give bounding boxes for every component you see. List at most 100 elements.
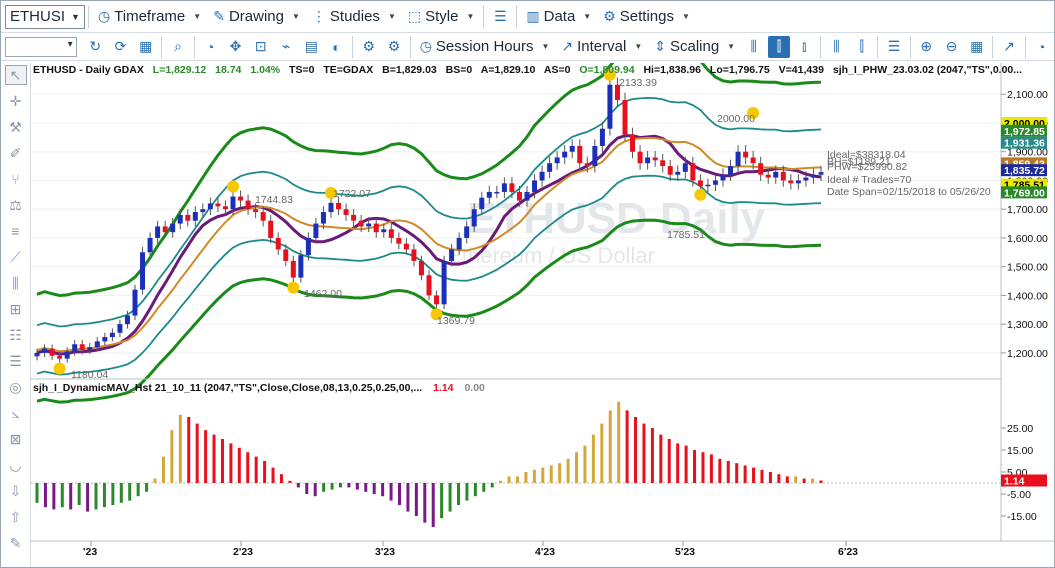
price-badge-label: 1,835.72: [1004, 165, 1045, 177]
color-icon[interactable]: ◐: [326, 36, 347, 58]
menu-drawing[interactable]: ✎ Drawing ▼: [207, 4, 306, 30]
price-tick-label: 1,400.00: [1007, 290, 1048, 302]
session-hours-dropdown[interactable]: ◷ Session Hours ▼: [414, 34, 556, 60]
trend-icon[interactable]: ↗: [998, 36, 1019, 58]
bar-chart-icon[interactable]: ⫼: [743, 36, 764, 58]
histogram-bar: [381, 483, 385, 497]
chevron-down-icon: ▼: [387, 12, 396, 21]
refresh-icon[interactable]: ↻: [85, 36, 106, 58]
line-icon[interactable]: ⟋: [5, 247, 27, 267]
chevron-down-icon: ▼: [634, 42, 643, 51]
scaling-dropdown[interactable]: ⇕ Scaling ▼: [648, 34, 741, 60]
candle-body: [283, 249, 289, 261]
gears-icon[interactable]: ⚙: [383, 36, 404, 58]
candle-body: [667, 166, 673, 175]
zoom-search-icon[interactable]: ⌕: [167, 36, 188, 58]
histogram-bar: [760, 469, 764, 483]
divider: [819, 35, 821, 58]
candle-body: [501, 183, 507, 192]
candle-body: [728, 166, 734, 175]
candle-body: [449, 249, 455, 261]
candle-body: [494, 191, 500, 194]
zoom-in-icon[interactable]: ⊕: [916, 36, 937, 58]
camera-icon[interactable]: ⊡: [250, 36, 271, 58]
reload-icon[interactable]: ⟳: [110, 36, 131, 58]
balance-icon[interactable]: ⚖: [5, 195, 27, 215]
menu-style[interactable]: ⬚ Style ▼: [402, 4, 481, 30]
speed-icon[interactable]: ◔: [1031, 36, 1052, 58]
candle-body: [109, 332, 115, 338]
layout-icon[interactable]: ☰: [883, 36, 904, 58]
drawing-icon: ✎: [213, 8, 225, 24]
menu-timeframe[interactable]: ◷ Timeframe ▼: [92, 4, 207, 30]
symbol-input[interactable]: ETHUSI ▼: [5, 4, 85, 29]
pointer-icon[interactable]: ↖: [4, 65, 27, 85]
menu-data[interactable]: ▥ Data ▼: [520, 4, 597, 30]
gear-icon[interactable]: ⚙: [358, 36, 379, 58]
histogram-bar: [482, 483, 486, 492]
study-name: sjh_I_PHW_23.03.02 (2047,"TS",0.00...: [833, 64, 1022, 76]
bars-icon[interactable]: ▤: [301, 36, 322, 58]
histogram-bar: [212, 434, 216, 483]
lines-icon[interactable]: ☰: [5, 351, 27, 371]
indicator-zero: 0.00: [464, 382, 485, 394]
histogram-bar: [94, 483, 98, 510]
menu-studies[interactable]: ⋮ Studies ▼: [306, 4, 402, 30]
volume-icon[interactable]: ⫼: [826, 36, 847, 58]
gauge-icon[interactable]: ◔: [200, 36, 221, 58]
indicator-value: 1.14: [433, 382, 454, 394]
pen-icon[interactable]: ✐: [5, 143, 27, 163]
columns-icon[interactable]: ⫼: [5, 273, 27, 293]
histogram-bar: [516, 476, 520, 483]
candle-body: [539, 171, 545, 181]
pan-icon[interactable]: ✥: [225, 36, 246, 58]
price-chart[interactable]: ETHUSD Daily Ethereum / US Dollar ETHUSD…: [31, 46, 1055, 568]
zoom-out-icon[interactable]: ⊖: [941, 36, 962, 58]
ma-purple-line: [36, 134, 822, 356]
arrow-down-icon[interactable]: ⇩: [5, 481, 27, 501]
menu-settings[interactable]: ⚙ Settings ▼: [597, 4, 696, 30]
histogram-bar: [465, 483, 469, 501]
workspace-combo[interactable]: [5, 36, 77, 57]
grid-view-icon[interactable]: ▦: [966, 36, 987, 58]
ruler-icon[interactable]: ⊞: [5, 299, 27, 319]
fib-icon[interactable]: ☷: [5, 325, 27, 345]
candle-body: [200, 209, 206, 213]
measure-icon[interactable]: ⦣: [5, 403, 27, 423]
arrow-up-icon[interactable]: ⇧: [5, 507, 27, 527]
candle-body: [411, 249, 417, 261]
target-icon[interactable]: ◎: [5, 377, 27, 397]
indicator-tick-label: 15.00: [1007, 445, 1033, 457]
candle-body: [645, 157, 651, 164]
candle-body: [765, 174, 771, 178]
wrench-icon[interactable]: ⚒: [5, 117, 27, 137]
candle-body: [260, 212, 266, 221]
channel-icon[interactable]: ≡: [5, 221, 27, 241]
histogram-bar: [811, 478, 815, 483]
arc-icon[interactable]: ◡: [5, 455, 27, 475]
candle-body: [388, 229, 394, 238]
histogram-bar: [406, 483, 410, 512]
chart-area[interactable]: ETHUSD Daily Ethereum / US Dollar ETHUSD…: [31, 46, 1055, 568]
layout-icon[interactable]: ☰: [489, 6, 511, 28]
candle-body: [72, 344, 78, 352]
crosshair-icon[interactable]: ✛: [5, 91, 27, 111]
candle-body: [554, 157, 560, 164]
hollow-candle-icon[interactable]: ⫾: [794, 36, 815, 58]
bid-size: BS=0: [446, 64, 473, 76]
interval-dropdown[interactable]: ↗ Interval ▼: [555, 34, 648, 60]
histogram-bar: [752, 467, 756, 483]
candle-body: [773, 171, 779, 178]
candlestick-icon[interactable]: ⫿: [768, 35, 790, 58]
indicator-header: sjh_I_DynamicMAV_Hst 21_10_11 (2047,"TS"…: [33, 382, 485, 394]
chart-icon[interactable]: ⌁: [275, 36, 296, 58]
candle-body: [426, 275, 432, 296]
fork-icon[interactable]: ⑂: [5, 169, 27, 189]
histogram-bar: [355, 483, 359, 490]
chevron-down-icon: ▼: [727, 42, 736, 51]
divider: [909, 35, 911, 58]
grid-icon[interactable]: ▦: [135, 36, 156, 58]
candles-icon[interactable]: ⫿: [851, 36, 872, 58]
gann-icon[interactable]: ⊠: [5, 429, 27, 449]
pencil-icon[interactable]: ✎: [5, 533, 27, 553]
